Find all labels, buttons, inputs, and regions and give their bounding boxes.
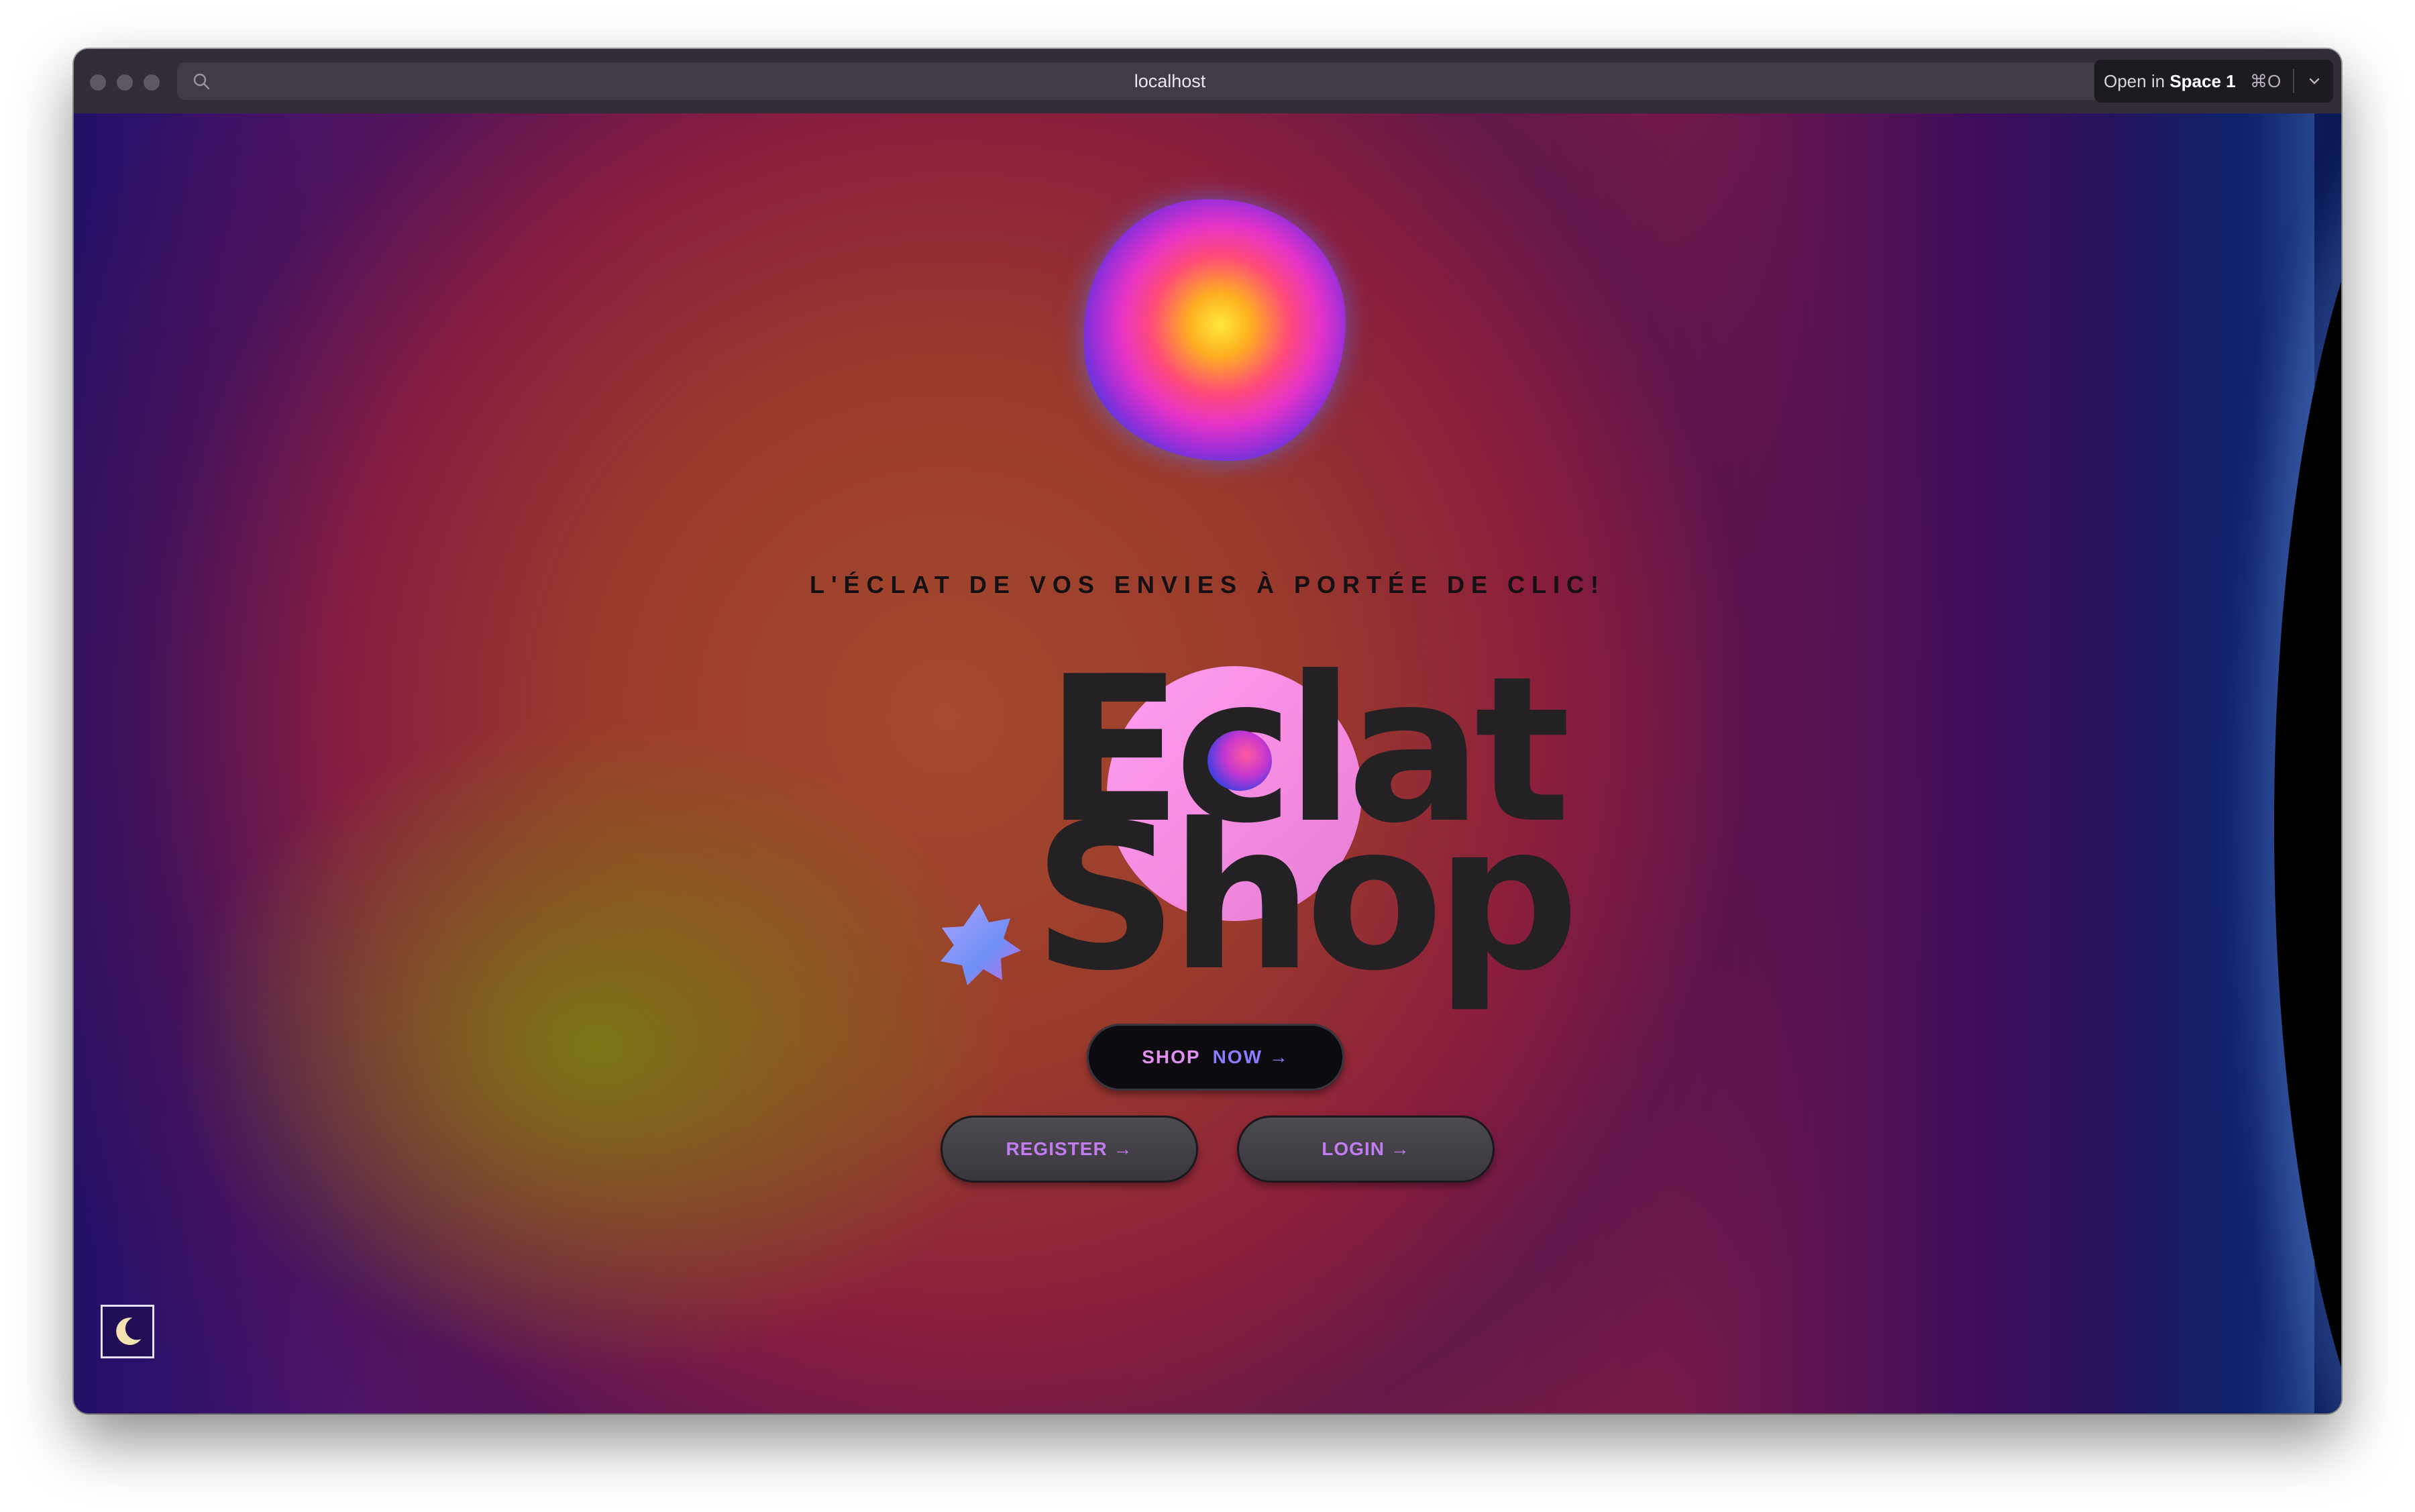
window-close-button[interactable] [90, 74, 106, 91]
address-bar[interactable]: localhost [177, 62, 2171, 100]
window-zoom-button[interactable] [144, 74, 160, 91]
hero-tagline: L'ÉCLAT DE VOS ENVIES À PORTÉE DE CLIC! [810, 571, 1605, 598]
shop-now-label-now: NOW → [1212, 1046, 1289, 1067]
logo-word-shop: Shop [1033, 781, 1579, 1015]
chevron-down-icon[interactable] [2305, 72, 2324, 91]
open-in-prefix: Open in [2104, 71, 2165, 91]
hero-blob-graphic [1084, 199, 1346, 461]
window-minimize-button[interactable] [117, 74, 133, 91]
open-in-space-name: Space 1 [2169, 71, 2236, 91]
url-text: localhost [1134, 71, 1206, 91]
brand-logo: Eclat Shop [946, 650, 1579, 1026]
logo-mini-blob [1208, 731, 1272, 791]
open-in-space-button[interactable]: Open in Space 1 ⌘O [2094, 60, 2333, 103]
open-in-divider [2293, 69, 2294, 93]
shop-now-button[interactable]: SHOP NOW → [1087, 1024, 1344, 1091]
open-in-label: Open in Space 1 [2104, 60, 2236, 103]
moon-icon [116, 1317, 142, 1345]
theme-toggle-button[interactable] [101, 1305, 154, 1358]
login-button[interactable]: LOGIN → [1237, 1116, 1495, 1183]
page-viewport: L'ÉCLAT DE VOS ENVIES À PORTÉE DE CLIC! … [74, 113, 2341, 1413]
browser-toolbar: localhost Open in Space 1 ⌘O [74, 49, 2341, 115]
shop-now-label-shop: SHOP [1142, 1046, 1201, 1067]
open-in-shortcut: ⌘O [2250, 71, 2282, 91]
register-button[interactable]: REGISTER → [941, 1116, 1198, 1183]
browser-window: localhost Open in Space 1 ⌘O L'ÉCLAT DE … [74, 49, 2341, 1413]
star-badge-icon [941, 904, 1021, 985]
